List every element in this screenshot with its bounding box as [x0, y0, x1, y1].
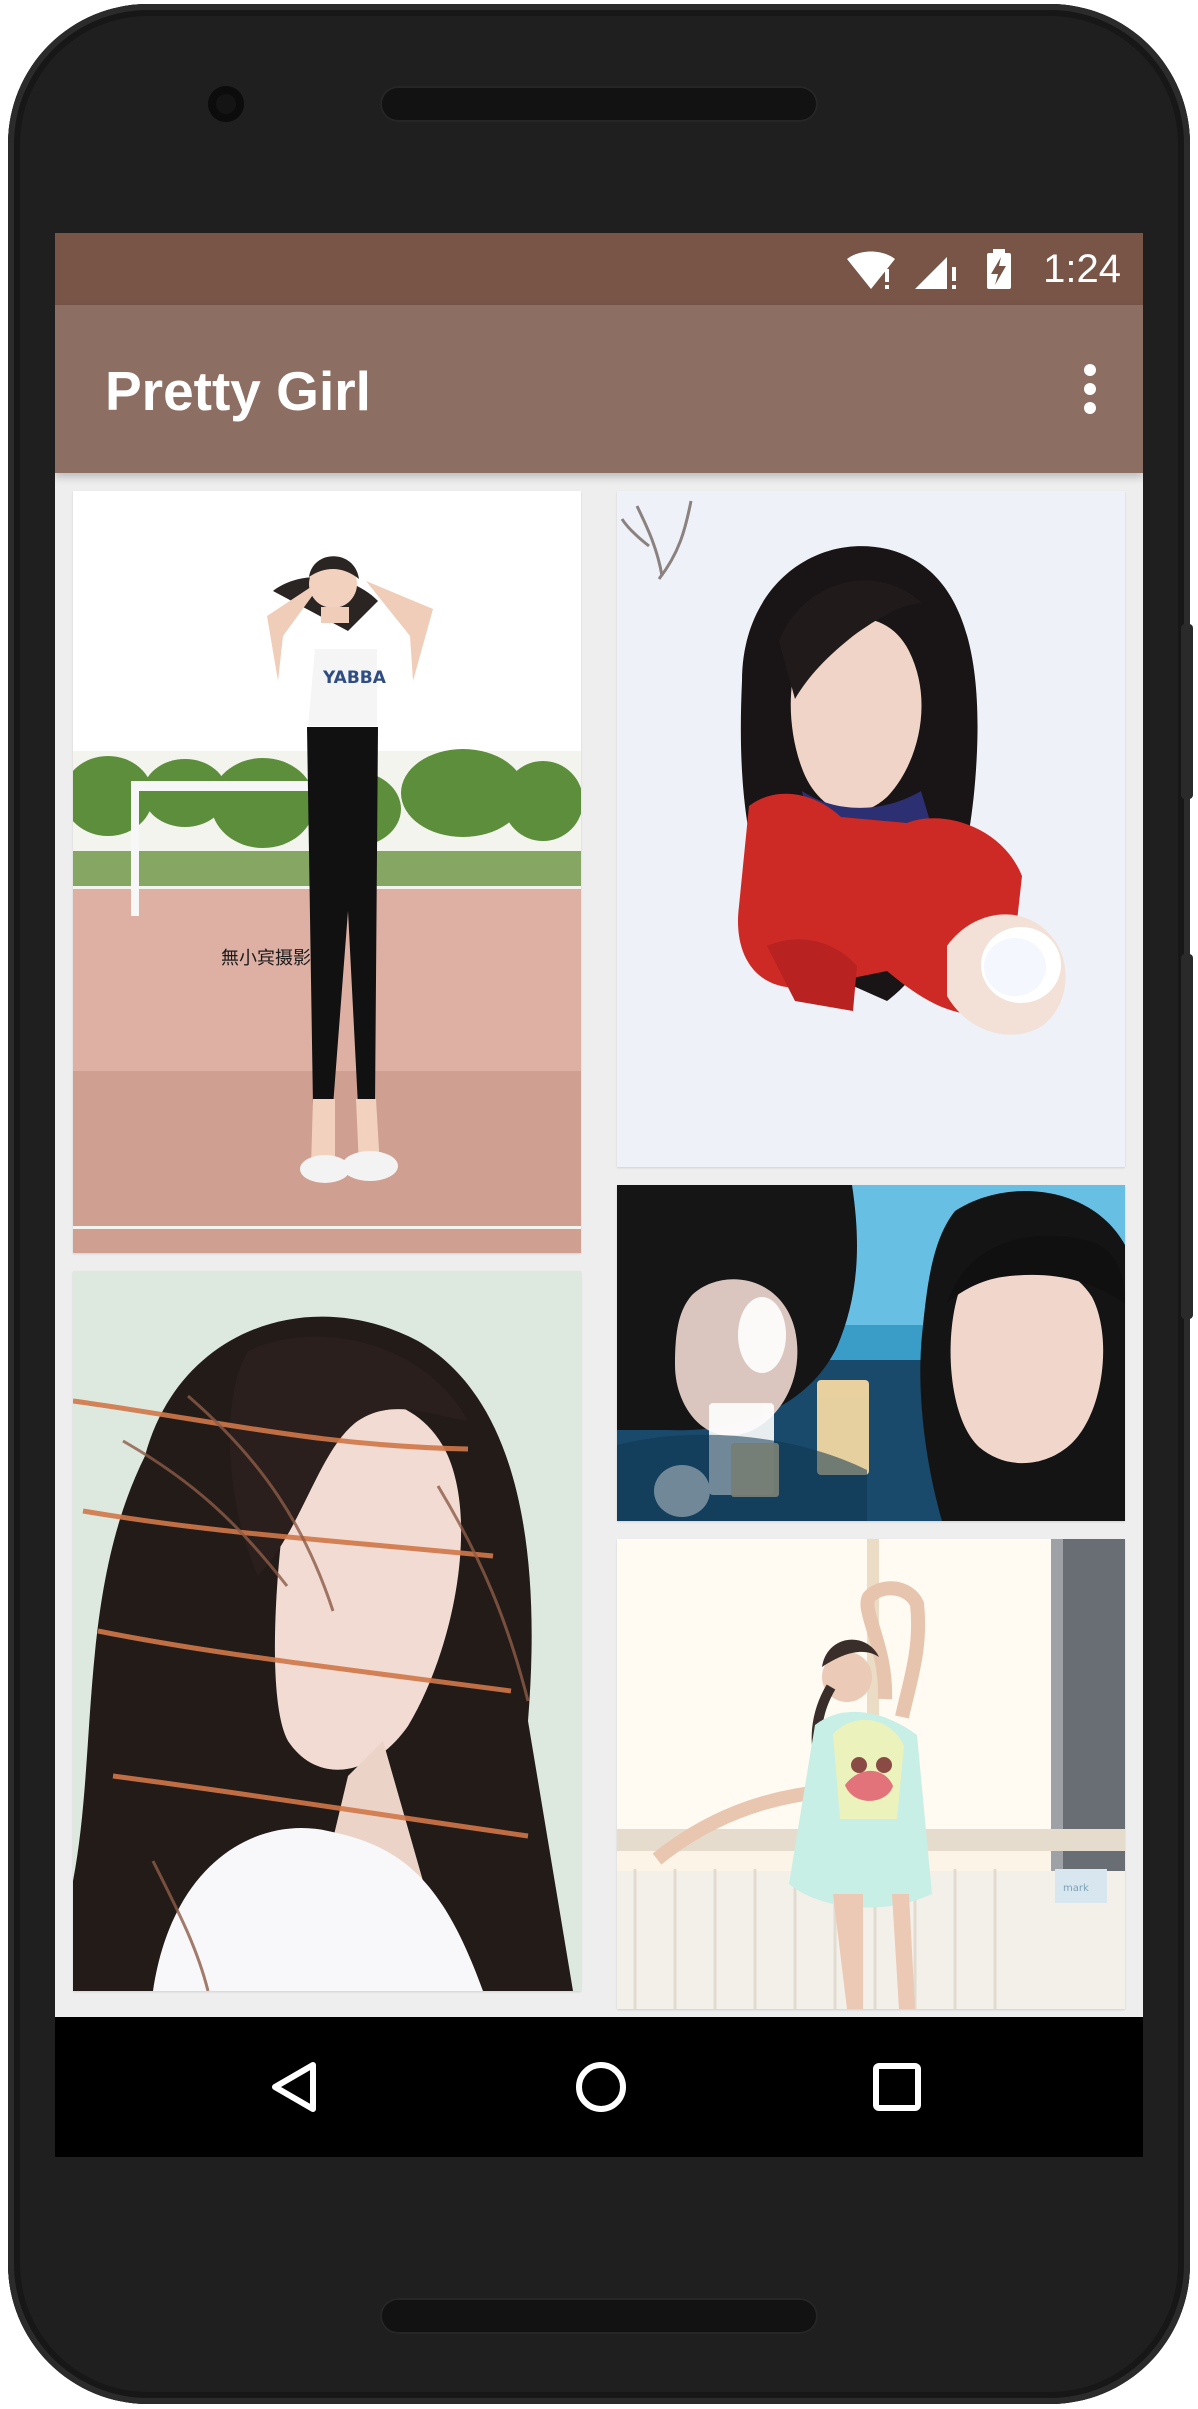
app-bar: Pretty Girl: [55, 305, 1143, 473]
home-icon[interactable]: [571, 2057, 631, 2117]
svg-text:mark: mark: [1063, 1883, 1089, 1894]
app-title: Pretty Girl: [105, 360, 371, 422]
photo-card[interactable]: [617, 491, 1125, 1167]
photo-card[interactable]: [617, 1185, 1125, 1521]
bottom-speaker-grille: [380, 2298, 818, 2334]
status-time: 1:24: [1043, 247, 1121, 291]
navigation-bar: [55, 2017, 1143, 2157]
recents-icon[interactable]: [867, 2057, 927, 2117]
top-speaker-grille: [380, 86, 818, 122]
front-camera: [208, 86, 244, 122]
photo-girl-snow: [617, 491, 1125, 1167]
photo-column-right: mark: [617, 491, 1125, 2017]
phone-frame: 1:24 Pretty Girl YABBA 無小宾摄影 mark: [8, 4, 1193, 2404]
battery-charging-icon: [987, 249, 1012, 289]
svg-text:YABBA: YABBA: [322, 668, 387, 688]
photo-card[interactable]: [73, 1271, 581, 1991]
power-button: [1181, 624, 1193, 799]
more-vert-icon[interactable]: [1081, 361, 1099, 417]
cell-signal-icon: [915, 257, 957, 289]
photo-girl-reflection: [617, 1185, 1125, 1521]
back-icon[interactable]: [265, 2057, 325, 2117]
status-bar: 1:24: [55, 233, 1143, 305]
photo-watermark: 無小宾摄影: [221, 948, 311, 969]
photo-column-left: YABBA 無小宾摄影: [73, 491, 581, 2009]
status-icons: 1:24: [845, 247, 1121, 291]
photo-girl-windy-hair: [73, 1271, 581, 1991]
photo-girl-field: YABBA 無小宾摄影: [73, 491, 581, 1253]
photo-gallery: YABBA 無小宾摄影 mark: [55, 473, 1143, 2017]
photo-card[interactable]: YABBA 無小宾摄影: [73, 491, 581, 1253]
photo-card[interactable]: mark: [617, 1539, 1125, 2009]
volume-button: [1181, 954, 1193, 1319]
photo-girl-window: mark: [617, 1539, 1125, 2009]
device-screen: 1:24 Pretty Girl YABBA 無小宾摄影 mark: [55, 233, 1143, 2157]
wifi-icon: [847, 251, 896, 289]
